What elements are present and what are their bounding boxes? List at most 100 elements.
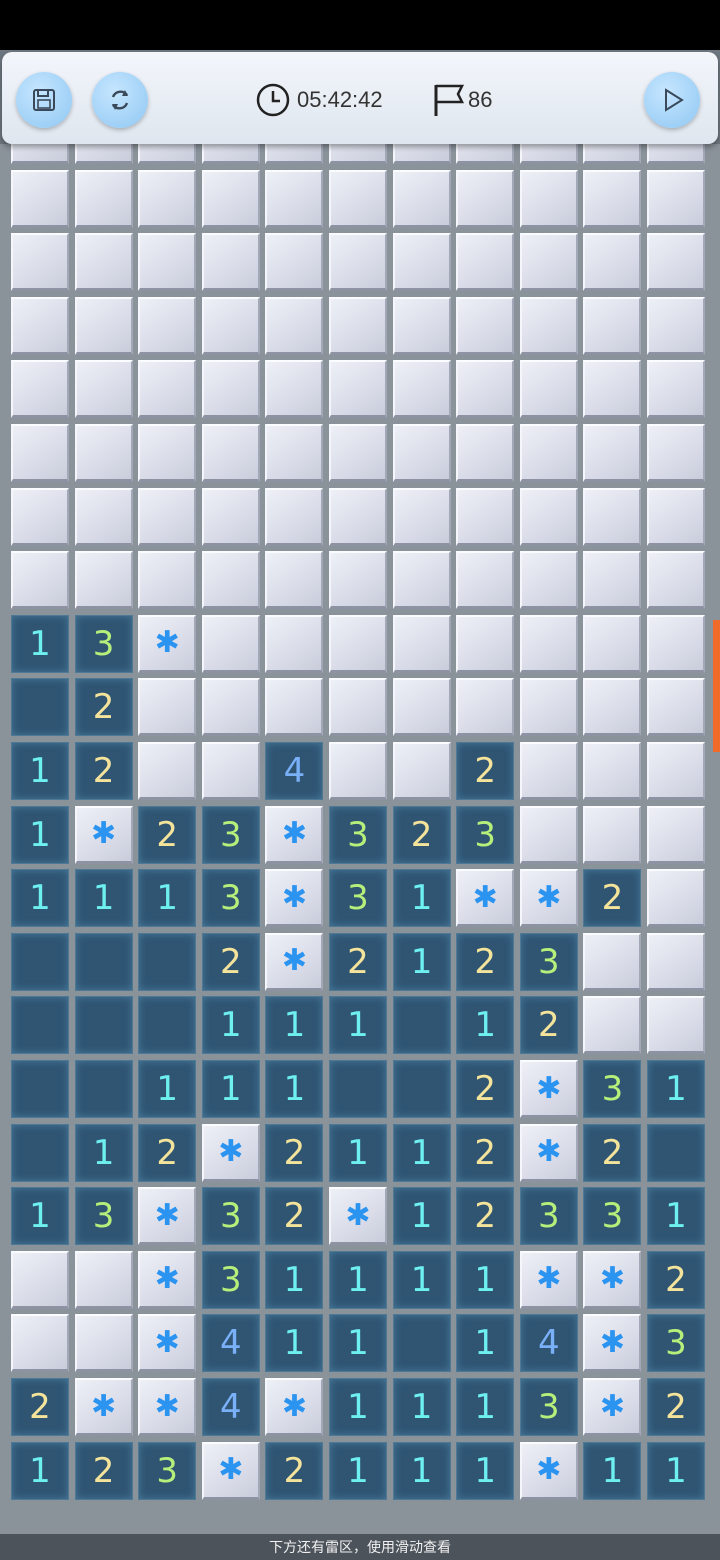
hidden-cell[interactable] (329, 296, 387, 355)
hidden-cell[interactable] (392, 360, 451, 419)
hidden-cell[interactable] (265, 233, 324, 292)
hidden-cell[interactable] (329, 360, 387, 419)
hidden-cell[interactable] (201, 742, 260, 800)
hidden-cell[interactable] (74, 1250, 133, 1309)
hidden-cell[interactable] (11, 360, 69, 419)
hidden-cell[interactable] (647, 233, 705, 292)
hidden-cell[interactable] (583, 487, 642, 546)
hidden-cell[interactable] (11, 233, 69, 292)
hidden-cell[interactable] (392, 233, 451, 292)
hidden-cell[interactable] (647, 678, 705, 737)
hidden-cell[interactable] (201, 169, 260, 228)
hidden-cell[interactable] (456, 144, 515, 164)
hidden-cell[interactable] (74, 233, 133, 292)
flagged-cell[interactable]: ✱ (265, 805, 324, 864)
flagged-cell[interactable]: ✱ (138, 614, 197, 673)
hidden-cell[interactable] (392, 487, 451, 546)
flagged-cell[interactable]: ✱ (583, 1314, 642, 1373)
hidden-cell[interactable] (11, 1314, 69, 1373)
hidden-cell[interactable] (138, 296, 197, 355)
flagged-cell[interactable]: ✱ (138, 1314, 197, 1373)
hidden-cell[interactable] (583, 742, 642, 800)
hidden-cell[interactable] (201, 144, 260, 164)
hidden-cell[interactable] (392, 424, 451, 482)
hidden-cell[interactable] (74, 144, 133, 164)
hidden-cell[interactable] (201, 614, 260, 673)
hidden-cell[interactable] (583, 932, 642, 991)
hidden-cell[interactable] (647, 869, 705, 928)
hidden-cell[interactable] (583, 360, 642, 419)
hidden-cell[interactable] (138, 678, 197, 737)
hidden-cell[interactable] (329, 551, 387, 610)
hidden-cell[interactable] (647, 360, 705, 419)
hidden-cell[interactable] (329, 144, 387, 164)
hidden-cell[interactable] (392, 742, 451, 800)
hidden-cell[interactable] (647, 932, 705, 991)
hidden-cell[interactable] (392, 169, 451, 228)
flagged-cell[interactable]: ✱ (265, 932, 324, 991)
flagged-cell[interactable]: ✱ (583, 1378, 642, 1436)
hidden-cell[interactable] (583, 169, 642, 228)
hidden-cell[interactable] (329, 487, 387, 546)
hidden-cell[interactable] (329, 169, 387, 228)
hidden-cell[interactable] (392, 296, 451, 355)
hidden-cell[interactable] (74, 296, 133, 355)
hidden-cell[interactable] (11, 169, 69, 228)
hidden-cell[interactable] (138, 233, 197, 292)
hidden-cell[interactable] (647, 296, 705, 355)
hidden-cell[interactable] (519, 805, 578, 864)
flagged-cell[interactable]: ✱ (138, 1250, 197, 1309)
hidden-cell[interactable] (74, 424, 133, 482)
hidden-cell[interactable] (456, 614, 515, 673)
hidden-cell[interactable] (11, 424, 69, 482)
hidden-cell[interactable] (583, 551, 642, 610)
hidden-cell[interactable] (456, 233, 515, 292)
hidden-cell[interactable] (329, 614, 387, 673)
hidden-cell[interactable] (74, 1314, 133, 1373)
hidden-cell[interactable] (456, 360, 515, 419)
hidden-cell[interactable] (456, 678, 515, 737)
hidden-cell[interactable] (329, 233, 387, 292)
hidden-cell[interactable] (265, 614, 324, 673)
hidden-cell[interactable] (201, 678, 260, 737)
hidden-cell[interactable] (201, 424, 260, 482)
hidden-cell[interactable] (201, 360, 260, 419)
hidden-cell[interactable] (265, 169, 324, 228)
save-button[interactable] (16, 72, 72, 128)
hidden-cell[interactable] (265, 551, 324, 610)
hidden-cell[interactable] (201, 296, 260, 355)
hidden-cell[interactable] (265, 144, 324, 164)
minefield-board[interactable]: 1 3 ✱ 2 1 2 4 2 1 ✱ 2 3 ✱ 3 2 3 1 1 1 3 ✱ 3 1 ✱ ✱ 2 2 ✱ 2 1 2 3 1 1 1 1 2 1 1 1… (0, 144, 720, 1560)
hidden-cell[interactable] (138, 360, 197, 419)
flagged-cell[interactable]: ✱ (519, 1250, 578, 1309)
hidden-cell[interactable] (519, 169, 578, 228)
flagged-cell[interactable]: ✱ (519, 1060, 578, 1118)
hidden-cell[interactable] (456, 487, 515, 546)
hidden-cell[interactable] (647, 805, 705, 864)
hidden-cell[interactable] (265, 296, 324, 355)
hidden-cell[interactable] (11, 1250, 69, 1309)
hidden-cell[interactable] (647, 424, 705, 482)
hidden-cell[interactable] (329, 742, 387, 800)
flagged-cell[interactable]: ✱ (138, 1378, 197, 1436)
hidden-cell[interactable] (11, 144, 69, 164)
hidden-cell[interactable] (647, 169, 705, 228)
hidden-cell[interactable] (265, 678, 324, 737)
hidden-cell[interactable] (11, 487, 69, 546)
hidden-cell[interactable] (647, 551, 705, 610)
hidden-cell[interactable] (138, 424, 197, 482)
hidden-cell[interactable] (456, 424, 515, 482)
hidden-cell[interactable] (583, 144, 642, 164)
flagged-cell[interactable]: ✱ (583, 1250, 642, 1309)
hidden-cell[interactable] (138, 742, 197, 800)
hidden-cell[interactable] (329, 424, 387, 482)
hidden-cell[interactable] (138, 487, 197, 546)
hidden-cell[interactable] (138, 169, 197, 228)
hidden-cell[interactable] (201, 487, 260, 546)
flagged-cell[interactable]: ✱ (201, 1441, 260, 1500)
hidden-cell[interactable] (265, 487, 324, 546)
hidden-cell[interactable] (647, 996, 705, 1055)
hidden-cell[interactable] (519, 487, 578, 546)
hidden-cell[interactable] (138, 551, 197, 610)
flagged-cell[interactable]: ✱ (456, 869, 515, 928)
